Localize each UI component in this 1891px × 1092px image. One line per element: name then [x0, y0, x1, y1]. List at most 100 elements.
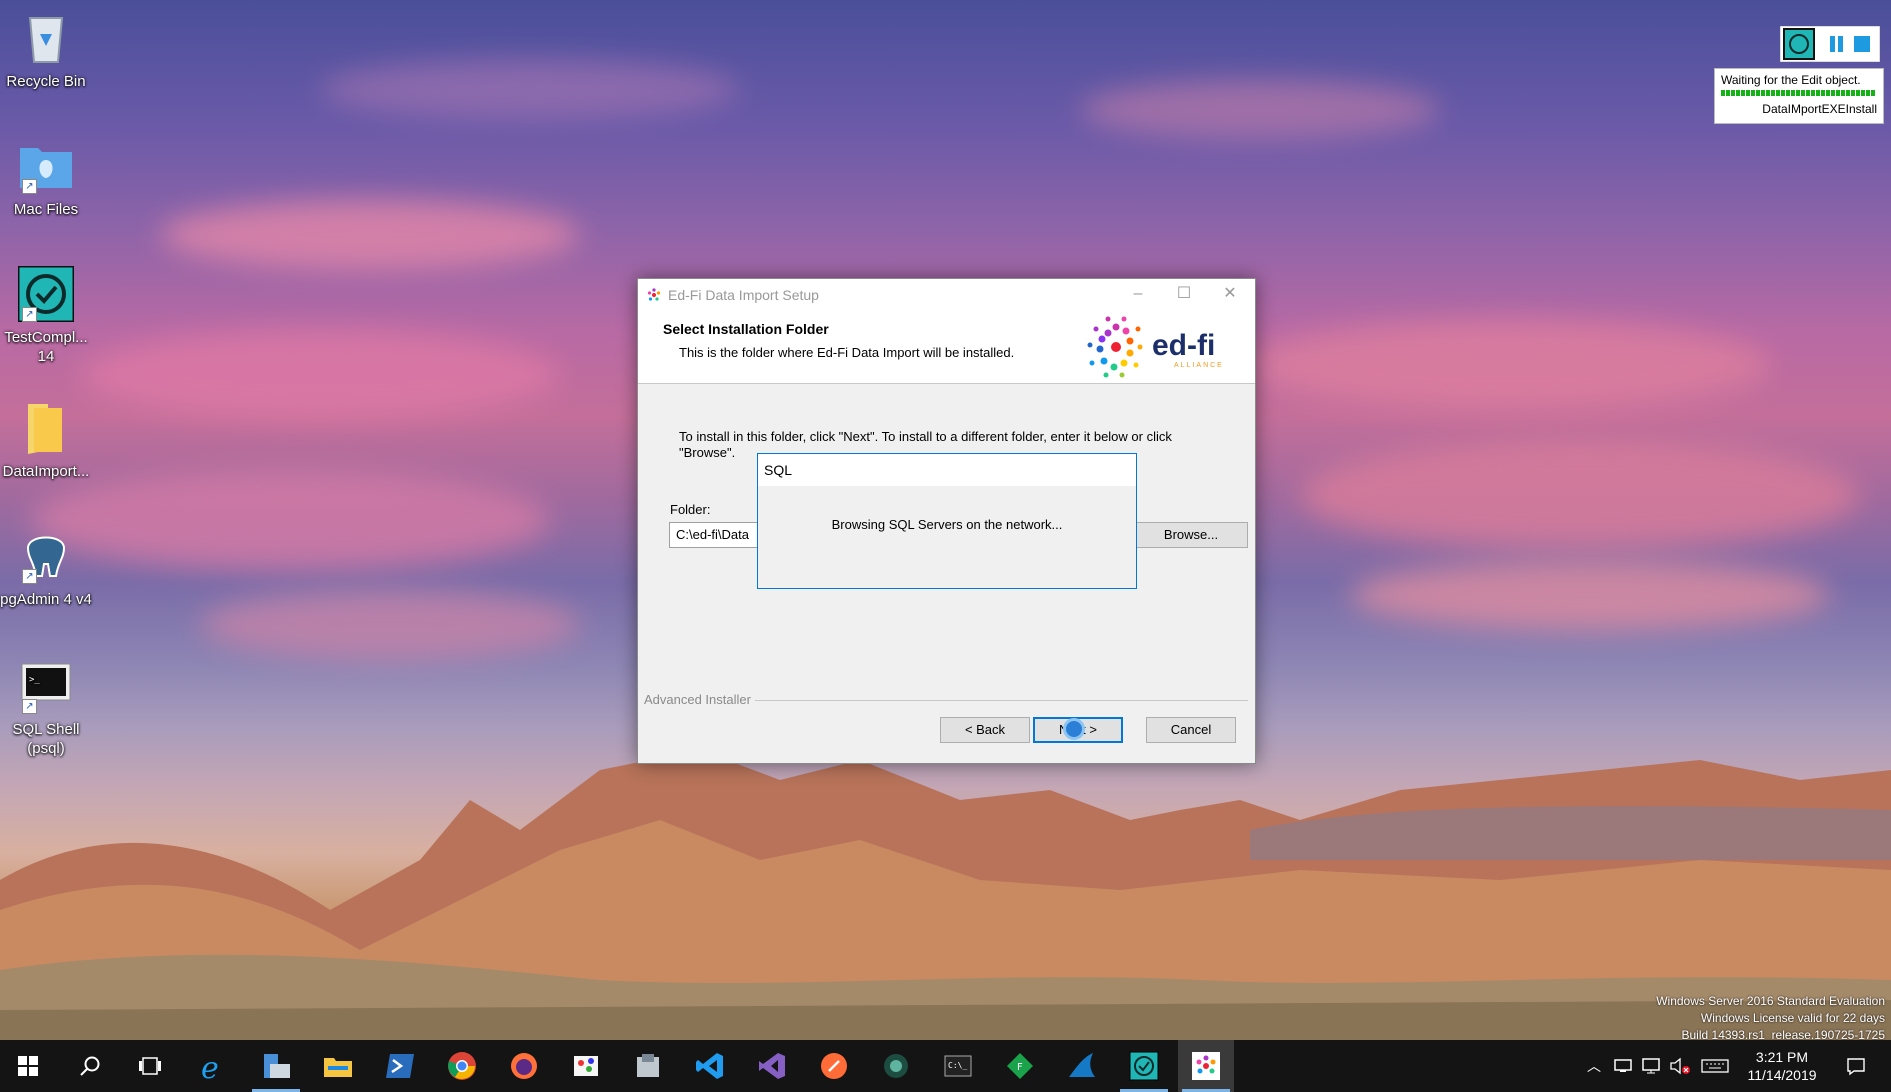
paint-icon [574, 1056, 598, 1076]
action-center-button[interactable] [1836, 1040, 1876, 1092]
powershell-icon [386, 1054, 414, 1078]
dialog-message: Browsing SQL Servers on the network... [831, 517, 1063, 532]
testcomplete-status-text: Waiting for the Edit object. [1721, 73, 1861, 87]
desktop-icon-label: TestCompl... 14 [4, 329, 88, 365]
desktop-icon-label: Recycle Bin [6, 73, 86, 90]
testcomplete-progress-bar [1721, 90, 1876, 96]
desktop-icon-pgadmin[interactable]: ↗ pgAdmin 4 v4 [0, 528, 92, 609]
back-button[interactable]: < Back [940, 717, 1030, 743]
testcomplete-test-name: DataIMportEXEInstall [1762, 102, 1877, 116]
rock-landscape [0, 750, 1891, 1040]
green-app-icon: F [1007, 1053, 1033, 1079]
desktop-icon-testcomplete[interactable]: ↗ TestCompl... 14 [0, 264, 92, 366]
recycle-bin-icon [28, 17, 64, 63]
close-button[interactable]: ✕ [1207, 279, 1253, 311]
busy-cursor-icon [1063, 718, 1085, 740]
edfi-logo: ed-fi ALLIANCE [1087, 316, 1224, 378]
clock-time: 3:21 PM [1755, 1049, 1809, 1065]
visual-studio-icon [759, 1053, 785, 1079]
taskbar-cmd[interactable]: C:\_ [930, 1040, 986, 1092]
notification-icon [1847, 1058, 1865, 1076]
task-view-icon [139, 1057, 161, 1075]
minimize-button[interactable]: – [1115, 279, 1161, 311]
internet-explorer-icon: e [201, 1051, 219, 1082]
svg-text:ed-fi: ed-fi [1152, 329, 1215, 362]
taskbar-vscode[interactable] [682, 1040, 738, 1092]
taskbar-clock[interactable]: 3:21 PM 11/14/2019 [1734, 1048, 1830, 1084]
taskbar-internet-explorer[interactable]: e [185, 1040, 241, 1092]
desktop-icon-recycle-bin[interactable]: Recycle Bin [0, 10, 92, 91]
edfi-installer-icon [1192, 1052, 1220, 1080]
firefox-icon [511, 1053, 537, 1079]
page-title: Select Installation Folder [663, 321, 829, 337]
network-icon [1614, 1059, 1632, 1072]
browse-button[interactable]: Browse... [1134, 522, 1248, 548]
file-explorer-icon [324, 1058, 352, 1077]
setup-header: Select Installation Folder This is the f… [638, 311, 1255, 384]
search-button[interactable] [62, 1040, 118, 1092]
testcomplete-status-panel: Waiting for the Edit object. DataIMportE… [1714, 68, 1884, 124]
postman-icon [821, 1053, 847, 1079]
shortcut-arrow-icon: ↗ [22, 569, 37, 584]
dialog-titlebar[interactable]: SQL [758, 454, 1136, 486]
desktop-icon-label: SQL Shell (psql) [12, 721, 80, 757]
cancel-button[interactable]: Cancel [1146, 717, 1236, 743]
shortcut-arrow-icon: ↗ [22, 179, 37, 194]
task-view-button[interactable] [122, 1040, 178, 1092]
taskbar-chrome[interactable] [434, 1040, 490, 1092]
monitor-icon [1642, 1058, 1660, 1074]
tray-volume[interactable] [1666, 1040, 1694, 1092]
taskbar-edfi-installer[interactable] [1178, 1040, 1234, 1092]
windows-logo-icon [18, 1056, 38, 1076]
dialog-title: SQL [764, 462, 793, 478]
start-button[interactable] [0, 1040, 56, 1092]
taskbar-testcomplete[interactable] [1116, 1040, 1172, 1092]
taskbar-firefox[interactable] [496, 1040, 552, 1092]
wireshark-icon [1069, 1053, 1095, 1077]
chevron-up-icon: ︿ [1587, 1058, 1601, 1074]
taskbar: e C:\_ F ︿ 3:21 PM 11/14/2019 [0, 1040, 1891, 1092]
tray-display[interactable] [1638, 1040, 1664, 1092]
desktop-icon-sql-shell[interactable]: >_ ↗ SQL Shell (psql) [0, 658, 92, 758]
server-manager-icon [264, 1054, 290, 1078]
svg-text:e: e [201, 1051, 219, 1082]
vscode-icon [696, 1053, 723, 1079]
sql-browse-dialog: SQL Browsing SQL Servers on the network.… [757, 453, 1137, 589]
taskbar-edge-dev[interactable] [868, 1040, 924, 1092]
taskbar-paint[interactable] [558, 1040, 614, 1092]
advanced-installer-label: Advanced Installer [644, 692, 755, 707]
desktop-icon-dataimport[interactable]: DataImport... [0, 400, 92, 481]
svg-text:>_: >_ [29, 675, 40, 685]
window-title: Ed-Fi Data Import Setup [668, 287, 819, 303]
folder-icon [28, 404, 62, 454]
keyboard-icon [1701, 1059, 1729, 1073]
testcomplete-icon [1129, 1051, 1159, 1081]
desktop-icon-mac-files[interactable]: ↗ Mac Files [0, 138, 92, 219]
shortcut-arrow-icon: ↗ [22, 699, 37, 714]
tray-overflow-button[interactable]: ︿ [1582, 1040, 1606, 1092]
cmd-icon: C:\_ [944, 1055, 972, 1077]
watermark-line: Windows Server 2016 Standard Evaluation [1656, 994, 1885, 1008]
desktop-icon-label: pgAdmin 4 v4 [0, 591, 92, 608]
taskbar-file-explorer[interactable] [310, 1040, 366, 1092]
taskbar-powershell[interactable] [372, 1040, 428, 1092]
taskbar-store[interactable] [620, 1040, 676, 1092]
search-icon [80, 1056, 100, 1076]
desktop-icon-label: DataImport... [2, 463, 90, 480]
windows-watermark: Windows Server 2016 Standard Evaluation … [1656, 993, 1885, 1044]
taskbar-server-manager[interactable] [248, 1040, 304, 1092]
winstore-icon [637, 1054, 659, 1077]
svg-text:C:\_: C:\_ [948, 1061, 967, 1070]
taskbar-visual-studio[interactable] [744, 1040, 800, 1092]
svg-text:ALLIANCE: ALLIANCE [1174, 362, 1224, 369]
setup-titlebar[interactable]: Ed-Fi Data Import Setup – ☐ ✕ [638, 279, 1255, 311]
speaker-muted-icon [1670, 1057, 1690, 1075]
tray-network[interactable] [1610, 1040, 1636, 1092]
taskbar-postman[interactable] [806, 1040, 862, 1092]
taskbar-wireshark[interactable] [1054, 1040, 1110, 1092]
taskbar-green-app[interactable]: F [992, 1040, 1048, 1092]
tray-keyboard[interactable] [1698, 1040, 1732, 1092]
chrome-icon [448, 1052, 476, 1080]
shortcut-arrow-icon: ↗ [22, 307, 37, 322]
maximize-button[interactable]: ☐ [1161, 279, 1207, 311]
